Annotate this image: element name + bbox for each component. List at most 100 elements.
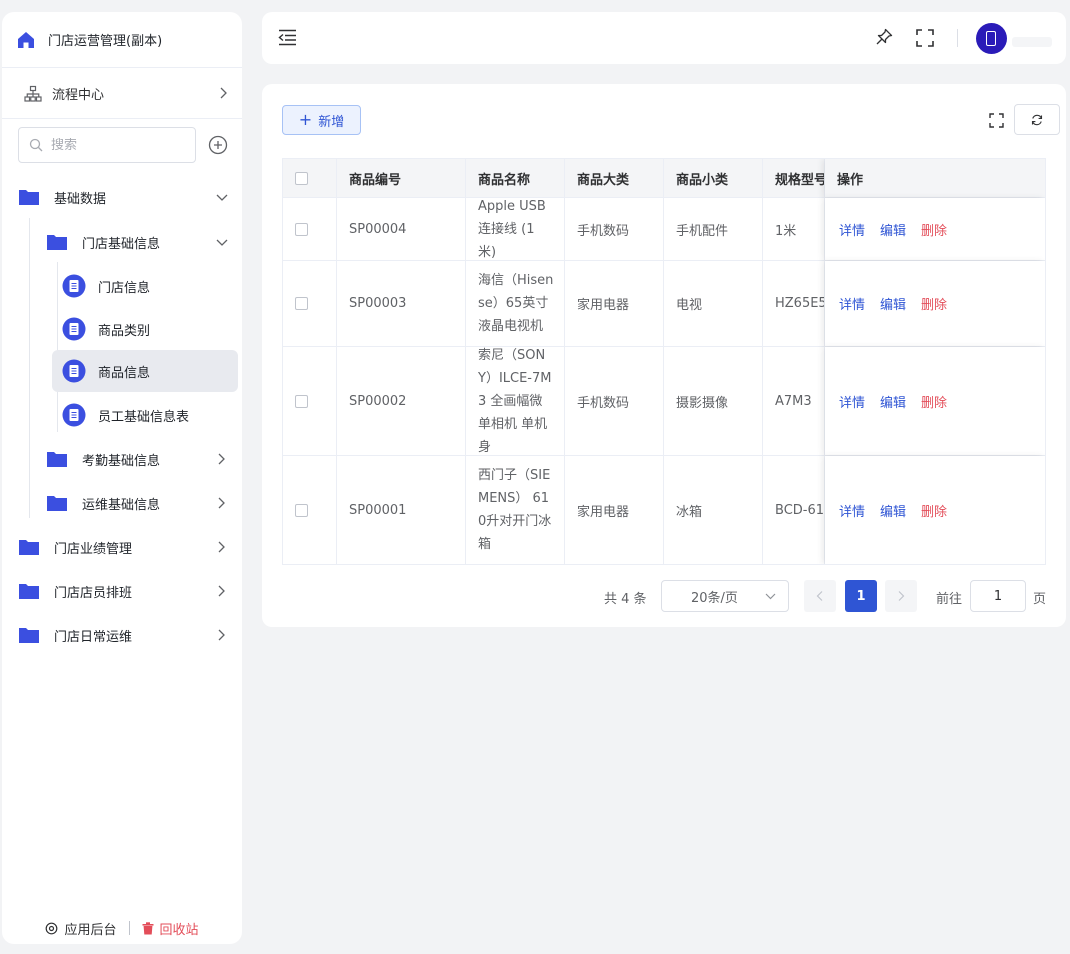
folder-icon <box>19 584 39 599</box>
search-input[interactable] <box>51 137 181 153</box>
product-code: SP00004 <box>337 198 466 260</box>
product-subcategory: 摄影摄像 <box>664 347 763 455</box>
menu-label: 门店基础信息 <box>82 236 161 252</box>
goto-page-input[interactable]: 1 <box>970 580 1026 612</box>
chevron-right-icon <box>898 591 905 601</box>
product-category: 手机数码 <box>565 347 664 455</box>
page-size-value: 20条/页 <box>691 590 738 606</box>
menu-label: 商品信息 <box>98 365 151 381</box>
menu-attendance-basic-info[interactable]: 考勤基础信息 <box>46 439 238 479</box>
row-checkbox[interactable] <box>295 503 308 517</box>
app-backend-link[interactable]: 应用后台 <box>45 919 117 938</box>
detail-link[interactable]: 详情 <box>839 220 865 239</box>
app-header[interactable]: 门店运营管理(副本) <box>2 12 242 68</box>
folder-icon <box>47 496 67 511</box>
edit-link[interactable]: 编辑 <box>880 294 906 313</box>
menu-store-info[interactable]: 门店信息 <box>62 266 238 306</box>
row-actions: 详情 编辑 删除 <box>825 456 1045 564</box>
add-circle-icon[interactable] <box>208 135 228 155</box>
data-table: 商品编号 商品名称 商品大类 商品小类 规格型号 操作 SP00004 Appl… <box>282 158 1046 565</box>
sidebar-footer: 应用后台 回收站 <box>2 912 242 944</box>
flow-center-label: 流程中心 <box>52 88 105 103</box>
menu-store-daily-ops[interactable]: 门店日常运维 <box>18 615 238 655</box>
select-all-checkbox[interactable] <box>295 171 308 185</box>
product-code: SP00003 <box>337 261 466 346</box>
delete-link[interactable]: 删除 <box>921 220 947 239</box>
product-spec: 1米 <box>763 198 825 260</box>
edit-link[interactable]: 编辑 <box>880 220 906 239</box>
org-chart-icon <box>24 85 42 102</box>
tree-guide-line <box>29 218 30 518</box>
chevron-down-icon <box>216 194 228 201</box>
chevron-left-icon <box>816 591 823 601</box>
settings-icon <box>46 922 58 934</box>
collapse-menu-icon[interactable] <box>278 29 297 46</box>
table-row: SP00001 西门子（SIEMENS） 610升对开门冰箱 家用电器 冰箱 B… <box>283 456 1045 564</box>
detail-link[interactable]: 详情 <box>839 392 865 411</box>
chevron-right-icon <box>218 541 225 553</box>
edit-link[interactable]: 编辑 <box>880 392 906 411</box>
menu-product-info[interactable]: 商品信息 <box>52 350 238 392</box>
row-checkbox[interactable] <box>295 297 308 310</box>
detail-link[interactable]: 详情 <box>839 294 865 313</box>
detail-link[interactable]: 详情 <box>839 501 865 520</box>
row-checkbox[interactable] <box>295 394 308 408</box>
avatar[interactable] <box>976 23 1007 54</box>
table-row: SP00004 Apple USB 连接线 (1 米) 手机数码 手机配件 1米… <box>283 198 1045 261</box>
table-header: 商品编号 商品名称 商品大类 商品小类 规格型号 操作 <box>283 159 1045 198</box>
chevron-right-icon <box>220 87 227 99</box>
document-icon <box>62 274 86 298</box>
delete-link[interactable]: 删除 <box>921 392 947 411</box>
current-page-button[interactable]: 1 <box>845 580 877 612</box>
flow-center-link[interactable]: 流程中心 <box>2 69 242 119</box>
column-header: 规格型号 <box>763 159 825 197</box>
fullscreen-icon[interactable] <box>989 113 1004 128</box>
product-code: SP00001 <box>337 456 466 564</box>
add-button[interactable]: + 新增 <box>282 105 361 135</box>
divider <box>128 921 130 935</box>
chevron-right-icon <box>218 497 225 509</box>
menu-ops-basic-info[interactable]: 运维基础信息 <box>46 483 238 523</box>
menu-product-category[interactable]: 商品类别 <box>62 309 238 349</box>
table-row: SP00002 索尼（SONY）ILCE-7M3 全画幅微单相机 单机身 手机数… <box>283 347 1045 456</box>
trash-icon <box>142 921 153 934</box>
chevron-right-icon <box>218 585 225 597</box>
row-checkbox[interactable] <box>295 222 308 236</box>
search-box[interactable] <box>18 127 196 163</box>
menu-label: 员工基础信息表 <box>98 409 190 425</box>
pin-icon[interactable] <box>875 28 893 46</box>
app-backend-label: 应用后台 <box>64 922 117 938</box>
recycle-bin-link[interactable]: 回收站 <box>142 919 199 938</box>
edit-link[interactable]: 编辑 <box>880 501 906 520</box>
next-page-button[interactable] <box>885 580 917 612</box>
recycle-bin-label: 回收站 <box>159 922 199 938</box>
delete-link[interactable]: 删除 <box>921 294 947 313</box>
home-icon <box>18 31 34 48</box>
fullscreen-icon[interactable] <box>916 29 934 47</box>
table-row: SP00003 海信（Hisense）65英寸液晶电视机 家用电器 电视 HZ6… <box>283 261 1045 347</box>
menu-store-basic-info[interactable]: 门店基础信息 <box>46 222 238 262</box>
menu-store-staff-schedule[interactable]: 门店店员排班 <box>18 571 238 611</box>
chevron-right-icon <box>218 629 225 641</box>
row-actions: 详情 编辑 删除 <box>825 198 1045 260</box>
chevron-down-icon <box>216 239 228 246</box>
total-count: 共 4 条 <box>604 592 647 607</box>
header-select-cell <box>283 159 337 197</box>
menu-store-performance[interactable]: 门店业绩管理 <box>18 527 238 567</box>
menu-label: 门店日常运维 <box>54 629 133 645</box>
page-size-select[interactable]: 20条/页 <box>661 580 789 612</box>
page-unit-label: 页 <box>1033 592 1047 607</box>
menu-label: 门店业绩管理 <box>54 541 133 557</box>
refresh-button[interactable] <box>1014 104 1060 135</box>
menu-employee-basic-info[interactable]: 员工基础信息表 <box>62 395 238 435</box>
document-icon <box>62 359 86 383</box>
delete-link[interactable]: 删除 <box>921 501 947 520</box>
prev-page-button[interactable] <box>804 580 836 612</box>
menu-basic-data[interactable]: 基础数据 <box>18 177 238 217</box>
chevron-right-icon <box>218 453 225 465</box>
folder-icon <box>19 190 39 205</box>
document-icon <box>62 317 86 341</box>
product-name: Apple USB 连接线 (1 米) <box>466 198 565 260</box>
product-spec: BCD-610 <box>763 456 825 564</box>
menu-label: 门店店员排班 <box>54 585 133 601</box>
